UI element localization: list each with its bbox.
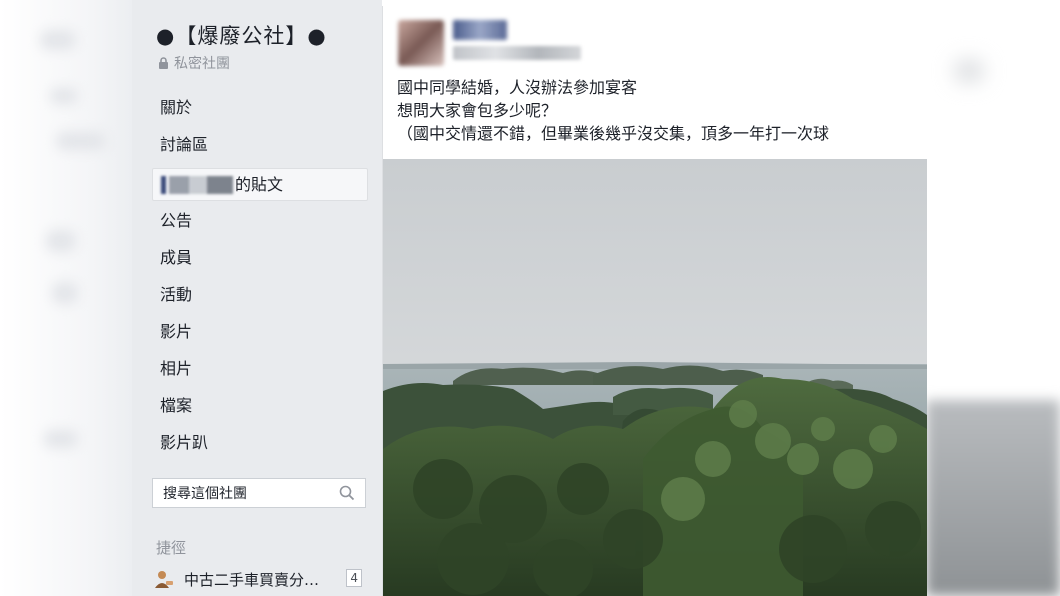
author-avatar[interactable] [398,20,444,66]
post-text-line-2: 想問大家會包多少呢？ [397,101,558,120]
post-text: 國中同學結婚，人沒辦法參加宴客 想問大家會包多少呢？ （國中交情還不錯，但畢業後… [397,76,829,145]
post-text-line-3: （國中交情還不錯，但畢業後幾乎沒交集，頂多一年打一次球 [397,124,830,143]
group-icon [155,571,173,588]
group-sidebar: ●【爆廢公社】● 私密社團 關於 討論區 的貼文 公告 成員 活動 影片 相片 … [132,0,382,596]
blurred-username [161,175,233,194]
nav-item-discussion[interactable]: 討論區 [152,129,368,166]
nav-item-about[interactable]: 關於 [152,92,368,129]
privacy-text: 私密社團 [174,56,230,72]
search-placeholder: 搜尋這個社團 [163,486,247,502]
lock-icon [159,57,168,69]
nav-item-member-posts-label: 的貼文 [235,175,284,194]
nav-item-photos[interactable]: 相片 [152,353,368,390]
nav-item-videos[interactable]: 影片 [152,316,368,353]
post-card: 國中同學結婚，人沒辦法參加宴客 想問大家會包多少呢？ （國中交情還不錯，但畢業後… [382,6,927,596]
shortcut-count-badge: 4 [346,569,362,587]
post-text-line-1: 國中同學結婚，人沒辦法參加宴客 [397,78,638,97]
blurred-background-left [0,0,132,596]
landscape-photo[interactable] [383,159,927,596]
nav-item-events[interactable]: 活動 [152,279,368,316]
nav-item-members[interactable]: 成員 [152,242,368,279]
author-name-blurred[interactable] [453,20,507,40]
group-nav: 關於 討論區 的貼文 公告 成員 活動 影片 相片 檔案 影片趴 [152,92,368,464]
nav-item-watch-party[interactable]: 影片趴 [152,427,368,464]
shortcut-label: 中古二手車買賣分… [184,570,320,589]
group-search-input[interactable]: 搜尋這個社團 [152,478,366,508]
blurred-background-right [926,0,1060,596]
privacy-label: 私密社團 [158,53,230,73]
nav-item-files[interactable]: 檔案 [152,390,368,427]
shortcuts-heading: 捷徑 [156,539,187,557]
nav-item-announcements[interactable]: 公告 [152,205,368,242]
post-timestamp-blurred[interactable] [453,46,581,60]
group-name[interactable]: ●【爆廢公社】● [156,20,327,50]
search-icon[interactable] [339,485,355,501]
shortcut-item[interactable]: 中古二手車買賣分… 4 [154,568,366,590]
nav-item-member-posts[interactable]: 的貼文 [152,168,368,201]
